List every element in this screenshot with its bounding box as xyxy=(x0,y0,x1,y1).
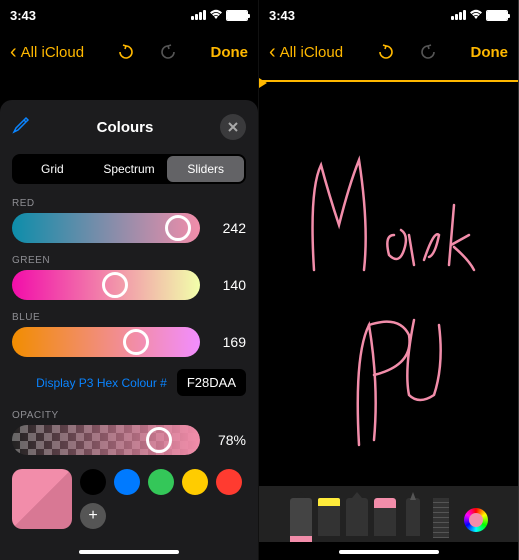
status-time: 3:43 xyxy=(269,8,295,23)
status-indicators xyxy=(191,8,248,22)
done-button[interactable]: Done xyxy=(470,44,508,61)
tab-segment: Grid Spectrum Sliders xyxy=(12,154,246,184)
tab-spectrum[interactable]: Spectrum xyxy=(91,156,168,182)
undo-button[interactable] xyxy=(115,41,137,63)
colour-panel: Colours Grid Spectrum Sliders RED 242 GR… xyxy=(0,100,258,560)
status-indicators xyxy=(451,8,508,22)
close-button[interactable] xyxy=(220,114,246,140)
lasso-tool[interactable] xyxy=(402,498,424,542)
green-slider-row: 140 xyxy=(12,270,246,300)
red-slider[interactable] xyxy=(12,213,200,243)
blue-handle[interactable] xyxy=(123,329,149,355)
cellular-icon xyxy=(451,10,466,20)
ruler-handle-icon[interactable] xyxy=(259,78,267,88)
eyedropper-icon[interactable] xyxy=(12,116,30,139)
blue-label: BLUE xyxy=(12,312,246,323)
nav-center xyxy=(375,41,439,63)
opacity-label: OPACITY xyxy=(12,410,246,421)
red-label: RED xyxy=(12,198,246,209)
swatches-row: + xyxy=(12,469,246,529)
status-time: 3:43 xyxy=(10,8,36,23)
pen-tool[interactable] xyxy=(290,498,312,542)
tab-sliders[interactable]: Sliders xyxy=(167,156,244,182)
tab-grid[interactable]: Grid xyxy=(14,156,91,182)
drawing-canvas[interactable] xyxy=(259,80,518,490)
swatch-yellow[interactable] xyxy=(182,469,208,495)
hex-label[interactable]: Display P3 Hex Colour # xyxy=(36,376,167,390)
home-indicator[interactable] xyxy=(79,550,179,554)
blue-slider-row: 169 xyxy=(12,327,246,357)
done-button[interactable]: Done xyxy=(210,44,248,61)
opacity-handle[interactable] xyxy=(146,427,172,453)
swatch-line xyxy=(80,469,242,495)
hex-input[interactable]: F28DAA xyxy=(177,369,246,396)
chevron-left-icon: ‹ xyxy=(269,41,276,64)
wifi-icon xyxy=(209,8,223,22)
current-colour-icon xyxy=(469,513,483,527)
status-bar: 3:43 xyxy=(259,0,518,30)
nav-center xyxy=(115,41,179,63)
add-swatch-button[interactable]: + xyxy=(80,503,106,529)
close-icon xyxy=(228,122,238,132)
wifi-icon xyxy=(469,8,483,22)
highlighter-tool[interactable] xyxy=(318,498,340,542)
status-bar: 3:43 xyxy=(0,0,258,30)
cellular-icon xyxy=(191,10,206,20)
current-colour-swatch[interactable] xyxy=(12,469,72,529)
swatch-black[interactable] xyxy=(80,469,106,495)
hex-row: Display P3 Hex Colour # F28DAA xyxy=(12,369,246,396)
handwriting-mark-up xyxy=(259,100,518,510)
pencil-tool[interactable] xyxy=(346,498,368,542)
back-button[interactable]: ‹ All iCloud xyxy=(269,41,343,64)
screen-colours: 3:43 ‹ All iCloud Done xyxy=(0,0,259,560)
eraser-tool[interactable] xyxy=(374,498,396,542)
opacity-slider-row: 78% xyxy=(12,425,246,455)
nav-bar: ‹ All iCloud Done xyxy=(0,30,258,74)
green-value: 140 xyxy=(210,277,246,293)
screen-drawing: 3:43 ‹ All iCloud Done xyxy=(259,0,518,560)
green-slider[interactable] xyxy=(12,270,200,300)
back-label: All iCloud xyxy=(280,44,343,61)
home-indicator[interactable] xyxy=(339,550,439,554)
ruler[interactable] xyxy=(259,80,518,82)
blue-value: 169 xyxy=(210,334,246,350)
red-handle[interactable] xyxy=(165,215,191,241)
redo-button xyxy=(417,41,439,63)
back-button[interactable]: ‹ All iCloud xyxy=(10,41,84,64)
panel-header: Colours xyxy=(12,114,246,140)
opacity-slider[interactable] xyxy=(12,425,200,455)
markup-toolbar xyxy=(259,486,518,542)
nav-bar: ‹ All iCloud Done xyxy=(259,30,518,74)
swatch-green[interactable] xyxy=(148,469,174,495)
battery-icon xyxy=(226,10,248,21)
plus-icon: + xyxy=(88,507,97,525)
opacity-value: 78% xyxy=(210,432,246,448)
red-value: 242 xyxy=(210,220,246,236)
colour-picker-button[interactable] xyxy=(464,508,488,532)
swatch-red[interactable] xyxy=(216,469,242,495)
ruler-tool[interactable] xyxy=(430,498,452,542)
chevron-left-icon: ‹ xyxy=(10,41,17,64)
swatch-blue[interactable] xyxy=(114,469,140,495)
undo-button[interactable] xyxy=(375,41,397,63)
green-handle[interactable] xyxy=(102,272,128,298)
blue-slider[interactable] xyxy=(12,327,200,357)
green-label: GREEN xyxy=(12,255,246,266)
battery-icon xyxy=(486,10,508,21)
panel-title: Colours xyxy=(97,119,154,136)
red-slider-row: 242 xyxy=(12,213,246,243)
back-label: All iCloud xyxy=(21,44,84,61)
redo-button xyxy=(157,41,179,63)
